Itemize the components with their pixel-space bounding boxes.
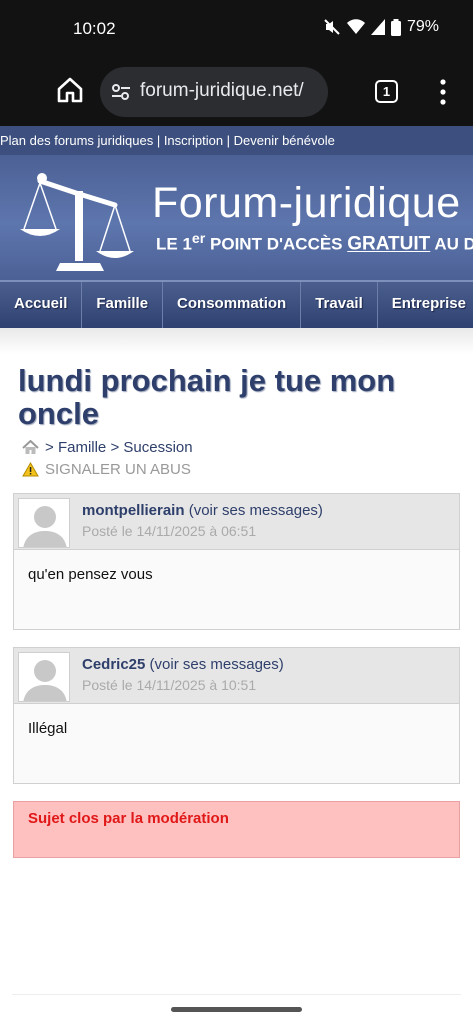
- nav-accueil[interactable]: Accueil: [0, 282, 83, 328]
- post-author-line: montpellierain (voir ses messages): [82, 502, 323, 519]
- home-icon[interactable]: [22, 440, 39, 455]
- battery-level: 79%: [406, 18, 439, 35]
- more-menu-icon[interactable]: [438, 78, 448, 106]
- post-author-line: Cedric25 (voir ses messages): [82, 656, 284, 673]
- status-bar: 10:02 79%: [0, 0, 473, 58]
- link-plan-forums[interactable]: Plan des forums juridiques: [0, 133, 153, 148]
- battery-icon: [390, 18, 401, 36]
- status-time: 10:02: [73, 19, 116, 38]
- nav-entreprise[interactable]: Entreprise: [378, 282, 473, 328]
- url-bar[interactable]: forum-juridique.net/: [100, 67, 328, 117]
- site-brand-name: Forum-juridique: [152, 179, 461, 227]
- topic-closed-notice: Sujet clos par la modération: [13, 801, 460, 858]
- tagline-part: AU DRO: [434, 234, 473, 254]
- breadcrumb-famille[interactable]: Famille: [58, 439, 106, 456]
- post-header: montpellierain (voir ses messages) Posté…: [14, 494, 459, 550]
- home-icon[interactable]: [54, 74, 86, 106]
- post-body: qu'en pensez vous: [28, 566, 153, 583]
- link-separator: |: [153, 133, 164, 148]
- post-date: Posté le 14/11/2025 à 10:51: [82, 677, 257, 693]
- top-links-bar: Plan des forums juridiques | Inscription…: [0, 126, 473, 155]
- post-author[interactable]: montpellierain: [82, 502, 185, 519]
- report-abuse-link[interactable]: SIGNALER UN ABUS: [22, 461, 191, 478]
- view-messages-link[interactable]: (voir ses messages): [150, 656, 284, 673]
- signal-icon: [370, 19, 385, 35]
- view-messages-link[interactable]: (voir ses messages): [189, 502, 323, 519]
- page-title: lundi prochain je tue mon oncle: [18, 363, 396, 431]
- post-date: Posté le 14/11/2025 à 06:51: [82, 523, 257, 539]
- breadcrumb-separator: >: [45, 439, 58, 456]
- nav-travail[interactable]: Travail: [301, 282, 378, 328]
- link-inscription[interactable]: Inscription: [164, 133, 223, 148]
- nav-consommation[interactable]: Consommation: [163, 282, 302, 328]
- nav-shadow-strip: [0, 328, 473, 354]
- url-text: forum-juridique.net/: [140, 80, 304, 101]
- warning-icon: [22, 462, 39, 477]
- breadcrumb-sucession[interactable]: Sucession: [123, 439, 192, 456]
- post: montpellierain (voir ses messages) Posté…: [13, 493, 460, 630]
- post-author[interactable]: Cedric25: [82, 656, 145, 673]
- main-nav: Accueil Famille Consommation Travail Ent…: [0, 280, 473, 328]
- gesture-nav-bar[interactable]: [171, 1007, 302, 1012]
- browser-toolbar: forum-juridique.net/ 1: [0, 58, 473, 126]
- tagline-gratuit: GRATUIT: [347, 233, 431, 255]
- tagline-part: LE 1: [156, 234, 192, 254]
- tagline-sup: er: [191, 231, 206, 247]
- site-tagline: LE 1er POINT D'ACCÈS GRATUIT AU DRO: [156, 231, 473, 256]
- site-banner[interactable]: Forum-juridique LE 1er POINT D'ACCÈS GRA…: [0, 155, 473, 280]
- tagline-part: POINT D'ACCÈS: [205, 234, 348, 254]
- site-settings-icon[interactable]: [110, 81, 132, 103]
- avatar: [18, 498, 70, 548]
- link-separator: |: [223, 133, 234, 148]
- default-avatar-icon: [23, 506, 67, 547]
- post-header: Cedric25 (voir ses messages) Posté le 14…: [14, 648, 459, 704]
- post: Cedric25 (voir ses messages) Posté le 14…: [13, 647, 460, 784]
- post-body: Illégal: [28, 720, 68, 737]
- report-abuse-label: SIGNALER UN ABUS: [45, 461, 191, 478]
- breadcrumb-separator: >: [106, 439, 124, 456]
- breadcrumb: > Famille > Sucession: [22, 439, 193, 456]
- mute-icon: [324, 19, 340, 35]
- nav-famille[interactable]: Famille: [82, 282, 164, 328]
- link-benevole[interactable]: Devenir bénévole: [234, 133, 335, 148]
- status-icons: 79%: [323, 18, 439, 36]
- wifi-icon: [346, 19, 365, 34]
- tab-switcher-button[interactable]: 1: [375, 80, 398, 103]
- scales-of-justice-logo: [20, 173, 134, 271]
- divider: [12, 994, 461, 995]
- avatar: [18, 652, 70, 702]
- default-avatar-icon: [23, 660, 67, 701]
